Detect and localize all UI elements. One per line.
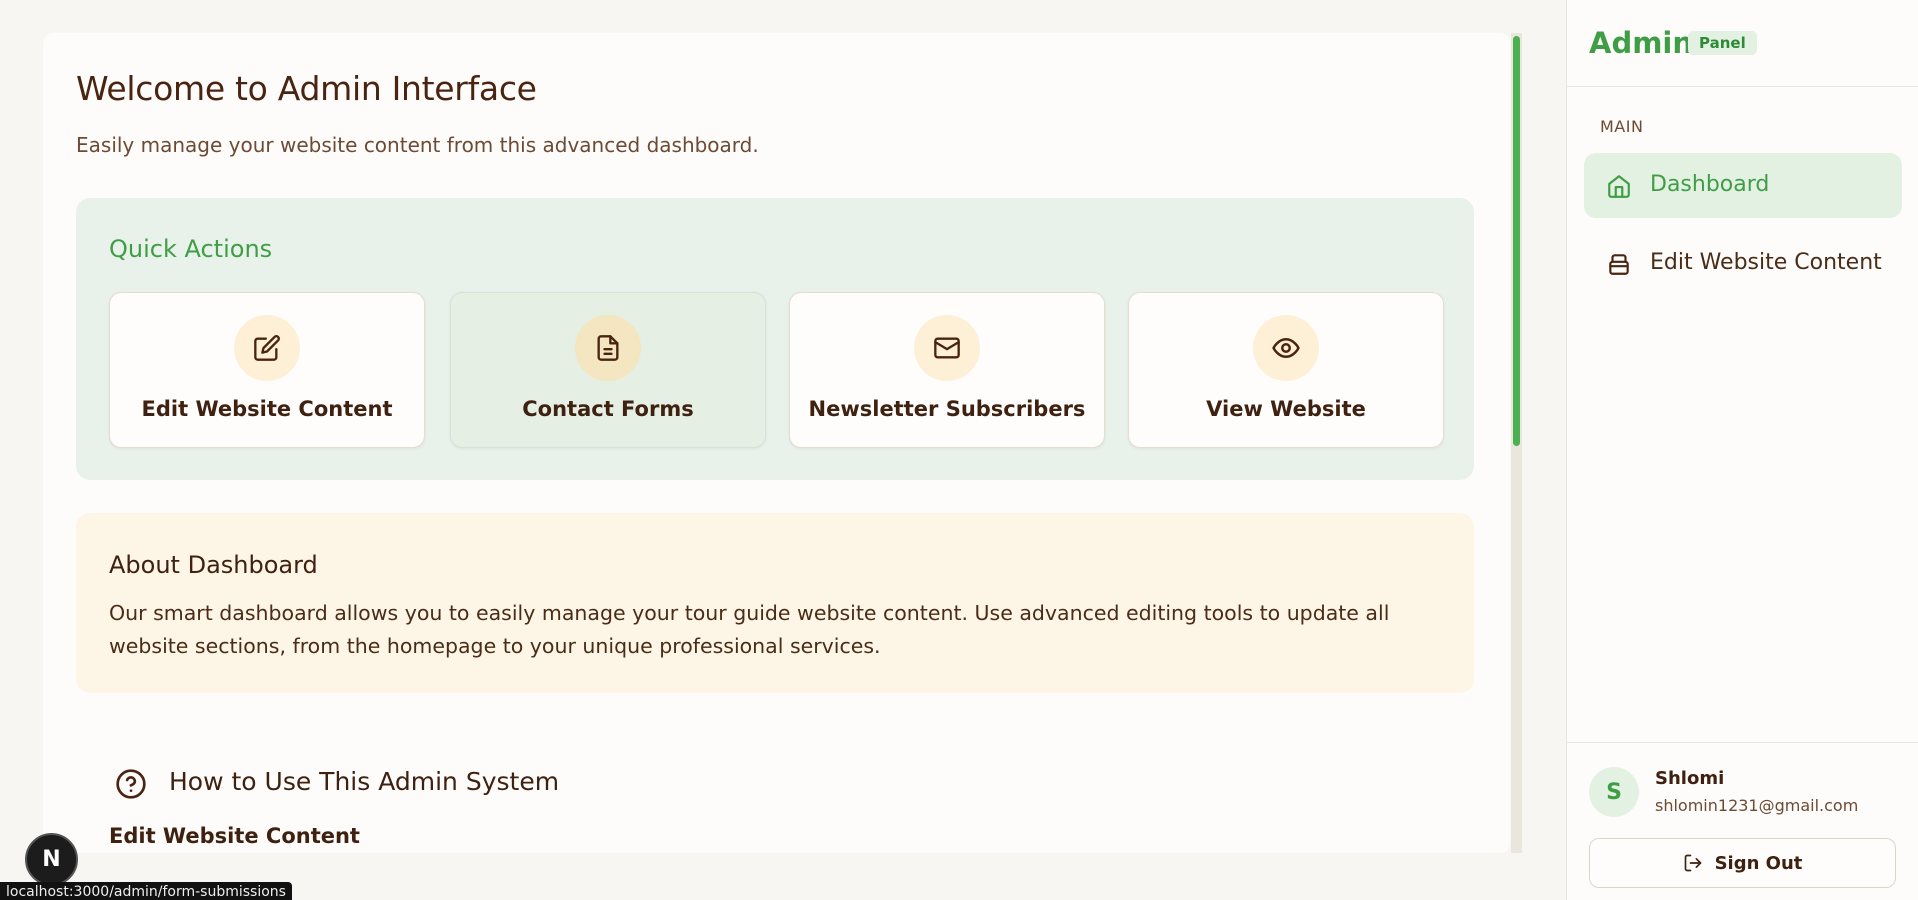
- sidebar-item-dashboard[interactable]: Dashboard: [1584, 153, 1902, 218]
- main-scrollbar-thumb[interactable]: [1513, 36, 1520, 446]
- quick-action-view-website[interactable]: View Website: [1128, 292, 1444, 448]
- howto-section-title: Edit Website Content: [109, 824, 360, 848]
- about-text: Our smart dashboard allows you to easily…: [109, 601, 1390, 658]
- about-title: About Dashboard: [109, 551, 318, 579]
- sidebar-item-label: Edit Website Content: [1650, 250, 1882, 275]
- sidebar-section-label: MAIN: [1600, 117, 1644, 136]
- about-dashboard-panel: About Dashboard Our smart dashboard allo…: [76, 513, 1474, 693]
- sidebar: Admin Panel MAIN Dashboard Edit Website …: [1566, 0, 1918, 900]
- sign-out-button[interactable]: Sign Out: [1589, 838, 1896, 888]
- user-email: shlomin1231@gmail.com: [1655, 796, 1859, 815]
- sign-out-label: Sign Out: [1714, 852, 1803, 874]
- status-bar-url: localhost:3000/admin/form-submissions: [0, 882, 292, 900]
- quick-actions-title: Quick Actions: [109, 235, 273, 263]
- main-content: Welcome to Admin Interface Easily manage…: [43, 33, 1510, 853]
- sidebar-divider: [1567, 86, 1918, 87]
- log-out-icon: [1684, 854, 1701, 872]
- edit-icon: [254, 335, 280, 361]
- user-name: Shlomi: [1655, 768, 1725, 789]
- page-title: Welcome to Admin Interface: [76, 69, 537, 108]
- avatar: S: [1589, 767, 1639, 817]
- howto-title: How to Use This Admin System: [169, 767, 560, 796]
- mail-icon: [934, 337, 960, 359]
- quick-actions-panel: Quick Actions Edit Website Content Conta…: [76, 198, 1474, 480]
- quick-action-edit-website-content[interactable]: Edit Website Content: [109, 292, 425, 448]
- database-icon: [1609, 254, 1629, 275]
- quick-action-label: View Website: [1206, 397, 1366, 421]
- sidebar-item-label: Dashboard: [1650, 172, 1770, 197]
- help-circle-icon: [116, 769, 146, 799]
- brand-title: Admin: [1589, 26, 1694, 60]
- dev-tools-button[interactable]: N: [25, 833, 78, 886]
- brand-badge: Panel: [1688, 31, 1757, 55]
- quick-action-contact-forms[interactable]: Contact Forms: [450, 292, 766, 448]
- eye-icon: [1272, 338, 1300, 358]
- page-subtitle: Easily manage your website content from …: [76, 133, 759, 157]
- quick-action-label: Newsletter Subscribers: [808, 397, 1086, 421]
- sidebar-divider: [1567, 742, 1918, 743]
- quick-action-newsletter-subscribers[interactable]: Newsletter Subscribers: [789, 292, 1105, 448]
- sidebar-item-edit-website-content[interactable]: Edit Website Content: [1584, 231, 1902, 296]
- home-icon: [1608, 175, 1630, 198]
- file-text-icon: [597, 335, 619, 361]
- quick-action-label: Contact Forms: [522, 397, 694, 421]
- quick-action-label: Edit Website Content: [141, 397, 393, 421]
